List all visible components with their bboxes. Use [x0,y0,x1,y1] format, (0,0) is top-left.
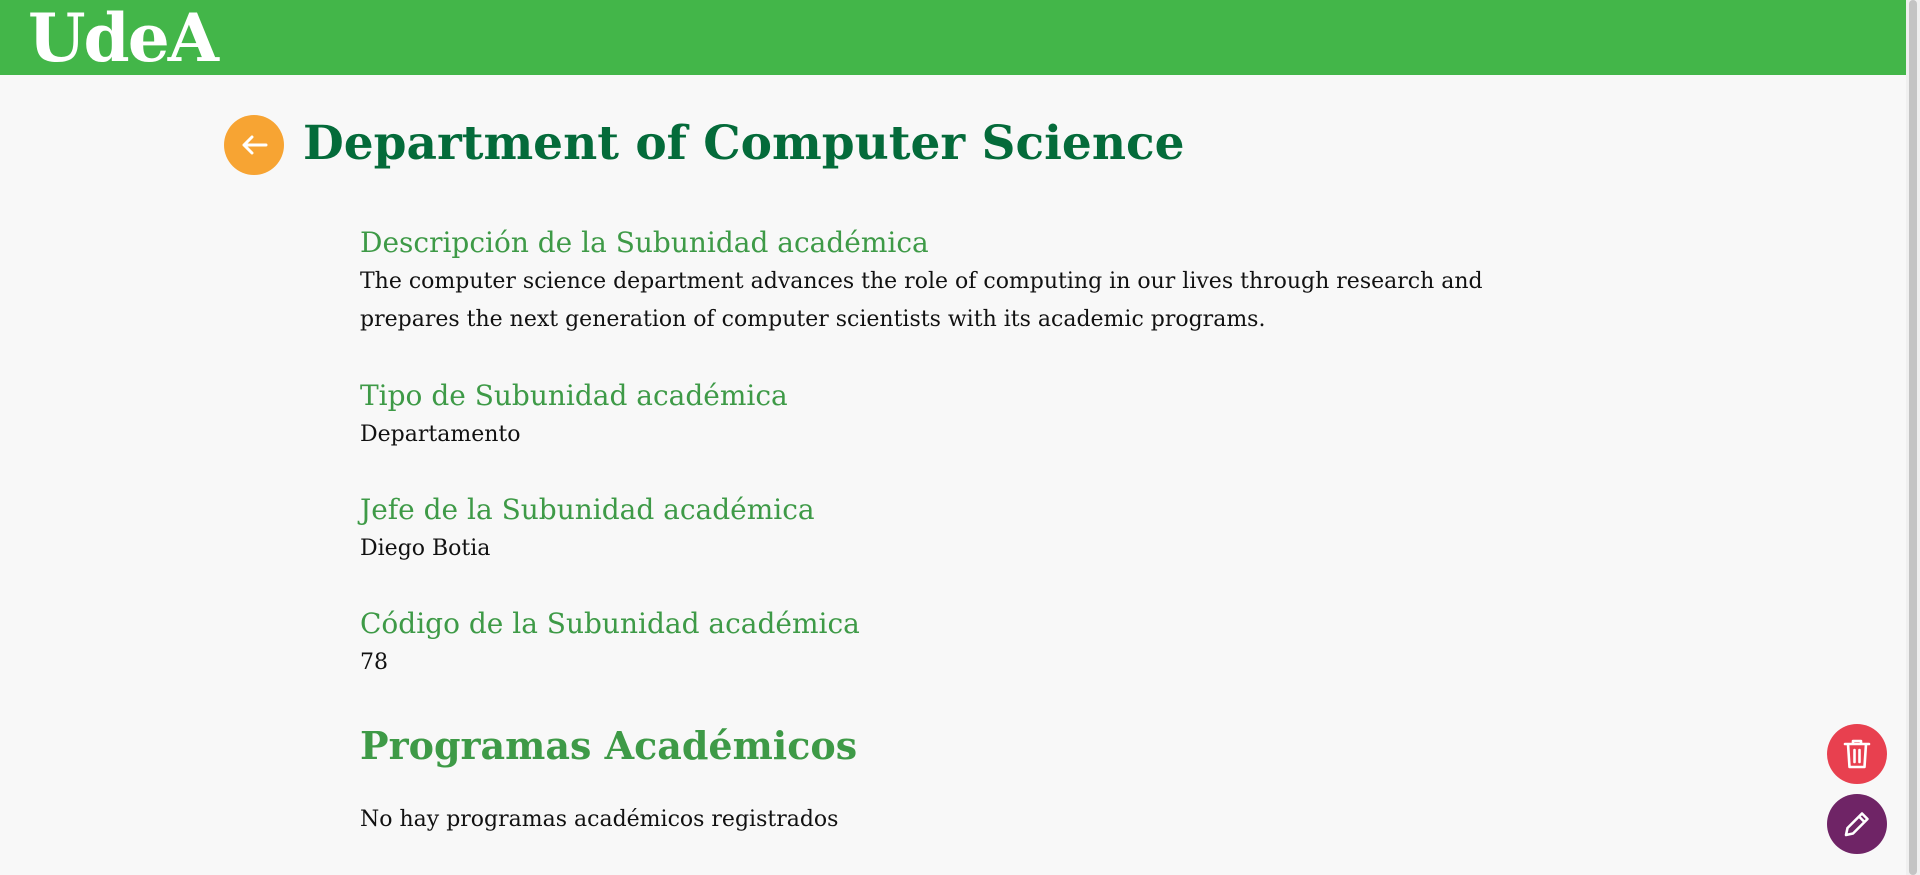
type-label: Tipo de Subunidad académica [360,379,788,412]
description-value: The computer science department advances… [360,269,1483,332]
code-value: 78 [360,650,388,675]
type-section: Tipo de Subunidad académica Departamento [360,376,1560,454]
back-button[interactable] [224,115,284,175]
page-title: Department of Computer Science [303,116,1185,171]
description-section: Descripción de la Subunidad académica Th… [360,223,1560,339]
head-value: Diego Botia [360,536,491,561]
udea-logo[interactable]: UdeA [28,2,219,74]
trash-icon [1843,739,1871,769]
delete-button[interactable] [1827,724,1887,784]
code-label: Código de la Subunidad académica [360,607,860,640]
head-label: Jefe de la Subunidad académica [360,493,815,526]
programs-empty-message: No hay programas académicos registrados [360,807,839,832]
edit-button[interactable] [1827,794,1887,854]
programs-title: Programas Académicos [360,723,858,768]
head-section: Jefe de la Subunidad académica Diego Bot… [360,490,1560,568]
arrow-left-icon [242,135,268,155]
subunit-details: Descripción de la Subunidad académica Th… [360,223,1560,836]
top-navbar: UdeA [0,0,1906,75]
description-label: Descripción de la Subunidad académica [360,226,929,259]
code-section: Código de la Subunidad académica 78 [360,604,1560,682]
pencil-icon [1844,812,1869,837]
type-value: Departamento [360,422,521,447]
scrollbar-thumb[interactable] [1909,0,1917,875]
